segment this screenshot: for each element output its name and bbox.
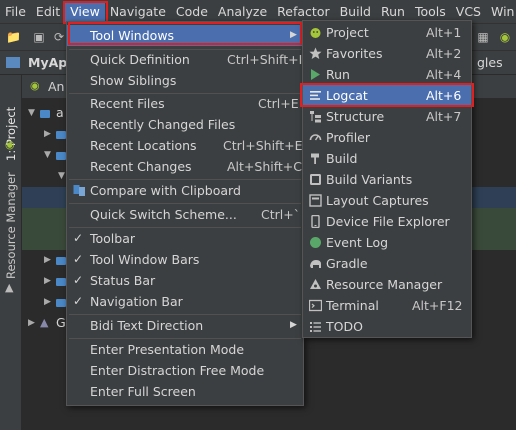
profiler-icon bbox=[309, 134, 322, 141]
view-menu-recent-changes[interactable]: Recent Changes Alt+Shift+C bbox=[67, 156, 303, 177]
view-menu-status-bar[interactable]: ✓ Status Bar bbox=[67, 270, 303, 291]
tool-window-terminal[interactable]: Terminal Alt+F12 bbox=[303, 295, 471, 316]
tool-window-profiler[interactable]: Profiler bbox=[303, 127, 471, 148]
view-menu-navigation-bar[interactable]: ✓ Navigation Bar bbox=[67, 291, 303, 312]
gradle-elephant-icon: ▲ bbox=[40, 316, 49, 329]
tool-window-resource-manager[interactable]: Resource Manager bbox=[303, 274, 471, 295]
view-menu-quick-definition[interactable]: Quick Definition Ctrl+Shift+I bbox=[67, 49, 303, 70]
view-menu-toolbar[interactable]: ✓ Toolbar bbox=[67, 228, 303, 249]
breadcrumb-tail[interactable]: gles bbox=[477, 55, 503, 70]
tool-window-build-variants[interactable]: Build Variants bbox=[303, 169, 471, 190]
project-view-dropdown[interactable]: An bbox=[48, 79, 64, 94]
view-menu: Tool Windows ▶ Quick Definition Ctrl+Shi… bbox=[66, 21, 304, 406]
event-log-icon bbox=[310, 237, 321, 248]
menu-window[interactable]: Win bbox=[486, 1, 516, 23]
project-tool-tab[interactable]: 1: Project bbox=[4, 107, 18, 161]
layout-captures-icon bbox=[309, 194, 322, 207]
check-icon: ✓ bbox=[73, 252, 84, 266]
tool-window-device-file-explorer[interactable]: Device File Explorer bbox=[303, 211, 471, 232]
tool-window-logcat[interactable]: Logcat Alt+6 bbox=[303, 85, 471, 106]
view-menu-bidi-text-direction[interactable]: Bidi Text Direction ▶ bbox=[67, 315, 303, 336]
sdk-manager-icon[interactable]: ▦ bbox=[476, 30, 490, 44]
project-folder-icon bbox=[6, 57, 20, 68]
resource-manager-icon: ▲ bbox=[5, 281, 14, 294]
tool-window-gradle[interactable]: Gradle bbox=[303, 253, 471, 274]
sync-icon[interactable]: ⟳ bbox=[52, 30, 66, 44]
tool-window-layout-captures[interactable]: Layout Captures bbox=[303, 190, 471, 211]
logcat-icon bbox=[310, 91, 321, 100]
run-icon bbox=[311, 69, 320, 80]
view-menu-full-screen[interactable]: Enter Full Screen bbox=[67, 381, 303, 402]
submenu-arrow-icon: ▶ bbox=[290, 320, 297, 330]
left-tool-strip: 1: Project ◉ Resource Manager ▲ bbox=[0, 75, 22, 430]
view-menu-compare-clipboard[interactable]: Compare with Clipboard bbox=[67, 180, 303, 201]
android-debug-icon[interactable]: ◉ bbox=[498, 30, 512, 44]
gradle-icon bbox=[310, 260, 321, 268]
view-menu-distraction-free-mode[interactable]: Enter Distraction Free Mode bbox=[67, 360, 303, 381]
view-menu-recent-files[interactable]: Recent Files Ctrl+E bbox=[67, 93, 303, 114]
menu-view[interactable]: View bbox=[65, 0, 105, 23]
todo-icon bbox=[310, 322, 321, 332]
menu-navigate[interactable]: Navigate bbox=[105, 1, 171, 23]
check-icon: ✓ bbox=[73, 273, 84, 287]
build-hammer-icon bbox=[311, 153, 319, 164]
check-icon: ✓ bbox=[73, 294, 84, 308]
device-icon bbox=[311, 215, 320, 228]
view-menu-quick-switch-scheme[interactable]: Quick Switch Scheme... Ctrl+` bbox=[67, 204, 303, 225]
tool-window-structure[interactable]: Structure Alt+7 bbox=[303, 106, 471, 127]
structure-icon bbox=[310, 111, 321, 123]
menu-edit[interactable]: Edit bbox=[31, 1, 65, 23]
android-icon: ◉ bbox=[30, 79, 40, 92]
compare-icon bbox=[73, 185, 85, 196]
tool-window-todo[interactable]: TODO bbox=[303, 316, 471, 337]
star-icon bbox=[309, 47, 322, 59]
menu-analyze[interactable]: Analyze bbox=[213, 1, 272, 23]
resource-manager-tool-tab[interactable]: Resource Manager bbox=[4, 172, 18, 279]
menu-file[interactable]: File bbox=[0, 1, 31, 23]
view-menu-tool-window-bars[interactable]: ✓ Tool Window Bars bbox=[67, 249, 303, 270]
tool-window-build[interactable]: Build bbox=[303, 148, 471, 169]
view-menu-presentation-mode[interactable]: Enter Presentation Mode bbox=[67, 339, 303, 360]
terminal-icon bbox=[309, 299, 322, 312]
tool-window-run[interactable]: Run Alt+4 bbox=[303, 64, 471, 85]
menu-code[interactable]: Code bbox=[171, 1, 213, 23]
view-menu-recent-locations[interactable]: Recent Locations Ctrl+Shift+E bbox=[67, 135, 303, 156]
check-icon: ✓ bbox=[73, 231, 84, 245]
save-icon[interactable]: ▣ bbox=[32, 30, 46, 44]
tool-window-project[interactable]: Project Alt+1 bbox=[303, 22, 471, 43]
resource-manager-icon bbox=[310, 279, 321, 289]
tool-window-event-log[interactable]: Event Log bbox=[303, 232, 471, 253]
android-icon bbox=[310, 28, 321, 38]
build-variants-icon bbox=[310, 174, 321, 185]
tool-window-favorites[interactable]: Favorites Alt+2 bbox=[303, 43, 471, 64]
open-folder-icon[interactable]: 📁 bbox=[6, 30, 21, 44]
submenu-arrow-icon: ▶ bbox=[290, 30, 297, 40]
android-project-icon: ◉ bbox=[5, 138, 15, 151]
view-menu-recently-changed-files[interactable]: Recently Changed Files bbox=[67, 114, 303, 135]
view-menu-tool-windows[interactable]: Tool Windows ▶ bbox=[67, 25, 303, 46]
tool-windows-submenu: Project Alt+1 Favorites Alt+2 Run Alt+4 … bbox=[302, 20, 472, 338]
view-menu-show-siblings[interactable]: Show Siblings bbox=[67, 70, 303, 91]
